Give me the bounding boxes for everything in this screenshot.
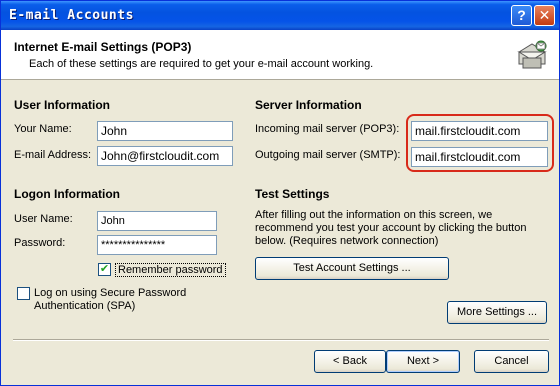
password-label: Password: [14, 237, 66, 249]
spa-label-line1[interactable]: Log on using Secure Password [34, 287, 186, 299]
server-info-heading: Server Information [255, 98, 362, 112]
user-name-field[interactable] [97, 211, 217, 231]
user-info-heading: User Information [14, 98, 111, 112]
spa-label-line2[interactable]: Authentication (SPA) [34, 300, 135, 312]
test-settings-description: After filling out the information on thi… [255, 209, 527, 247]
incoming-server-label: Incoming mail server (POP3): [255, 123, 400, 135]
more-settings-button[interactable]: More Settings ... [447, 301, 547, 324]
spa-checkbox[interactable] [17, 287, 30, 300]
next-button[interactable]: Next > [386, 350, 460, 373]
your-name-label: Your Name: [14, 123, 72, 135]
your-name-field[interactable] [97, 121, 233, 141]
test-settings-heading: Test Settings [255, 187, 330, 201]
title-bar[interactable]: E-mail Accounts ? ✕ [1, 1, 559, 30]
footer-divider [13, 339, 549, 341]
user-name-label: User Name: [14, 213, 73, 225]
close-button[interactable]: ✕ [534, 5, 555, 26]
close-icon: ✕ [538, 7, 551, 23]
header-subtitle: Each of these settings are required to g… [29, 58, 374, 70]
back-button[interactable]: < Back [314, 350, 386, 373]
email-accounts-dialog: E-mail Accounts ? ✕ Internet E-mail Sett… [0, 0, 560, 386]
email-address-field[interactable] [97, 146, 233, 166]
help-icon: ? [517, 7, 526, 23]
remember-password-checkbox[interactable]: ✔ [98, 263, 111, 276]
remember-password-label[interactable]: Remember password [115, 263, 226, 277]
help-button[interactable]: ? [511, 5, 532, 26]
header-title: Internet E-mail Settings (POP3) [14, 40, 192, 54]
email-settings-icon [517, 40, 547, 69]
email-address-label: E-mail Address: [14, 149, 92, 161]
window-title: E-mail Accounts [9, 8, 134, 23]
header-panel: Internet E-mail Settings (POP3) Each of … [1, 30, 559, 80]
test-account-settings-button[interactable]: Test Account Settings ... [255, 257, 449, 280]
password-field[interactable] [97, 235, 217, 255]
server-highlight-annotation [406, 114, 554, 172]
outgoing-server-label: Outgoing mail server (SMTP): [255, 149, 401, 161]
cancel-button[interactable]: Cancel [474, 350, 549, 373]
logon-info-heading: Logon Information [14, 187, 120, 201]
